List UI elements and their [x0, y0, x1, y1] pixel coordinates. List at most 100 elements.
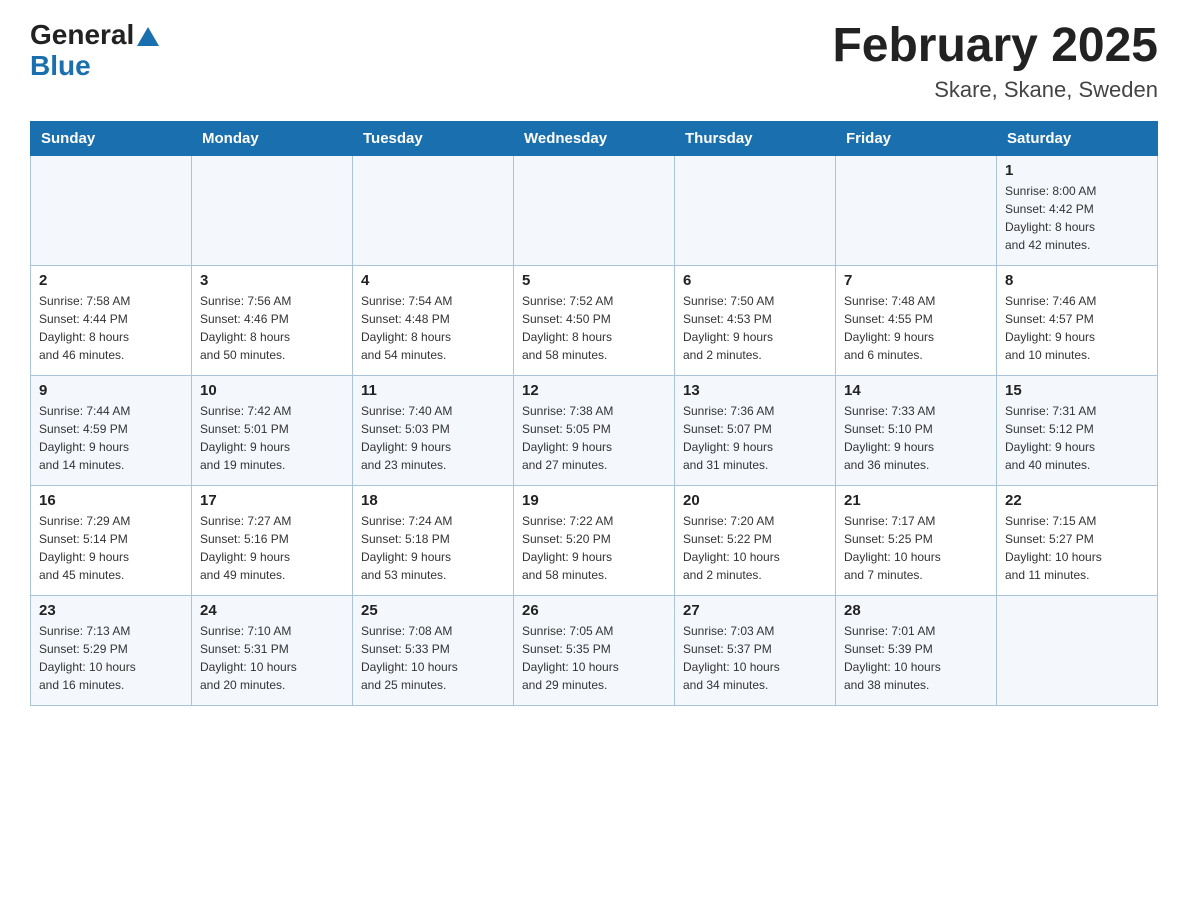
day-number: 8	[1005, 272, 1149, 289]
calendar-cell: 26 Sunrise: 7:05 AM Sunset: 5:35 PM Dayli…	[514, 595, 675, 705]
calendar-cell: 12 Sunrise: 7:38 AM Sunset: 5:05 PM Dayli…	[514, 375, 675, 485]
calendar-dow-friday: Friday	[836, 121, 997, 155]
day-number: 26	[522, 602, 666, 619]
calendar-dow-thursday: Thursday	[675, 121, 836, 155]
day-number: 28	[844, 602, 988, 619]
calendar-cell: 11 Sunrise: 7:40 AM Sunset: 5:03 PM Dayli…	[353, 375, 514, 485]
day-number: 6	[683, 272, 827, 289]
day-number: 20	[683, 492, 827, 509]
calendar-cell: 19Sunrise: 7:22 AM Sunset: 5:20 PM Dayli…	[514, 485, 675, 595]
calendar-dow-saturday: Saturday	[997, 121, 1158, 155]
logo-general-text: General	[30, 20, 134, 51]
calendar-week-row: 16 Sunrise: 7:29 AM Sunset: 5:14 PM Dayli…	[31, 485, 1158, 595]
day-number: 24	[200, 602, 344, 619]
calendar-cell	[514, 155, 675, 265]
calendar-cell: 1Sunrise: 8:00 AM Sunset: 4:42 PM Daylig…	[997, 155, 1158, 265]
logo: General Blue	[30, 20, 159, 82]
day-info: Sunrise: 7:36 AM Sunset: 5:07 PM Dayligh…	[683, 404, 774, 472]
logo-blue-text: Blue	[30, 50, 91, 81]
day-info: Sunrise: 7:33 AM Sunset: 5:10 PM Dayligh…	[844, 404, 935, 472]
calendar-cell: 28 Sunrise: 7:01 AM Sunset: 5:39 PM Dayli…	[836, 595, 997, 705]
day-number: 3	[200, 272, 344, 289]
day-number: 16	[39, 492, 183, 509]
day-number: 18	[361, 492, 505, 509]
day-number: 10	[200, 382, 344, 399]
day-info: Sunrise: 7:38 AM Sunset: 5:05 PM Dayligh…	[522, 404, 613, 472]
calendar-cell	[31, 155, 192, 265]
day-number: 23	[39, 602, 183, 619]
calendar-table: SundayMondayTuesdayWednesdayThursdayFrid…	[30, 121, 1158, 706]
day-number: 15	[1005, 382, 1149, 399]
day-number: 7	[844, 272, 988, 289]
calendar-cell: 14 Sunrise: 7:33 AM Sunset: 5:10 PM Dayli…	[836, 375, 997, 485]
day-number: 11	[361, 382, 505, 399]
day-info: Sunrise: 7:03 AM Sunset: 5:37 PM Dayligh…	[683, 624, 780, 692]
day-info: Sunrise: 7:05 AM Sunset: 5:35 PM Dayligh…	[522, 624, 619, 692]
day-info: Sunrise: 7:31 AM Sunset: 5:12 PM Dayligh…	[1005, 404, 1096, 472]
day-info: Sunrise: 7:40 AM Sunset: 5:03 PM Dayligh…	[361, 404, 452, 472]
calendar-cell: 9 Sunrise: 7:44 AM Sunset: 4:59 PM Daylig…	[31, 375, 192, 485]
calendar-cell	[353, 155, 514, 265]
logo-triangle-icon	[137, 27, 159, 46]
month-title: February 2025	[832, 20, 1158, 73]
calendar-cell: 8Sunrise: 7:46 AM Sunset: 4:57 PM Daylig…	[997, 265, 1158, 375]
day-info: Sunrise: 7:27 AM Sunset: 5:16 PM Dayligh…	[200, 514, 291, 582]
calendar-cell: 7 Sunrise: 7:48 AM Sunset: 4:55 PM Daylig…	[836, 265, 997, 375]
day-info: Sunrise: 7:20 AM Sunset: 5:22 PM Dayligh…	[683, 514, 780, 582]
day-number: 9	[39, 382, 183, 399]
calendar-cell	[675, 155, 836, 265]
calendar-cell: 6 Sunrise: 7:50 AM Sunset: 4:53 PM Daylig…	[675, 265, 836, 375]
day-info: Sunrise: 7:44 AM Sunset: 4:59 PM Dayligh…	[39, 404, 130, 472]
calendar-cell	[997, 595, 1158, 705]
calendar-cell	[192, 155, 353, 265]
day-number: 17	[200, 492, 344, 509]
calendar-dow-wednesday: Wednesday	[514, 121, 675, 155]
day-info: Sunrise: 7:15 AM Sunset: 5:27 PM Dayligh…	[1005, 514, 1102, 582]
day-info: Sunrise: 7:24 AM Sunset: 5:18 PM Dayligh…	[361, 514, 452, 582]
day-info: Sunrise: 7:56 AM Sunset: 4:46 PM Dayligh…	[200, 294, 291, 362]
day-number: 25	[361, 602, 505, 619]
calendar-cell: 5 Sunrise: 7:52 AM Sunset: 4:50 PM Daylig…	[514, 265, 675, 375]
title-block: February 2025 Skare, Skane, Sweden	[832, 20, 1158, 103]
day-info: Sunrise: 7:52 AM Sunset: 4:50 PM Dayligh…	[522, 294, 613, 362]
calendar-cell: 17 Sunrise: 7:27 AM Sunset: 5:16 PM Dayli…	[192, 485, 353, 595]
calendar-dow-sunday: Sunday	[31, 121, 192, 155]
calendar-week-row: 23 Sunrise: 7:13 AM Sunset: 5:29 PM Dayli…	[31, 595, 1158, 705]
day-info: Sunrise: 8:00 AM Sunset: 4:42 PM Dayligh…	[1005, 184, 1096, 252]
calendar-header-row: SundayMondayTuesdayWednesdayThursdayFrid…	[31, 121, 1158, 155]
calendar-cell: 22 Sunrise: 7:15 AM Sunset: 5:27 PM Dayli…	[997, 485, 1158, 595]
day-info: Sunrise: 7:48 AM Sunset: 4:55 PM Dayligh…	[844, 294, 935, 362]
day-number: 27	[683, 602, 827, 619]
day-number: 5	[522, 272, 666, 289]
day-info: Sunrise: 7:54 AM Sunset: 4:48 PM Dayligh…	[361, 294, 452, 362]
calendar-cell: 24Sunrise: 7:10 AM Sunset: 5:31 PM Dayli…	[192, 595, 353, 705]
calendar-cell: 18 Sunrise: 7:24 AM Sunset: 5:18 PM Dayli…	[353, 485, 514, 595]
day-info: Sunrise: 7:01 AM Sunset: 5:39 PM Dayligh…	[844, 624, 941, 692]
calendar-cell: 27 Sunrise: 7:03 AM Sunset: 5:37 PM Dayli…	[675, 595, 836, 705]
calendar-dow-monday: Monday	[192, 121, 353, 155]
calendar-cell: 2 Sunrise: 7:58 AM Sunset: 4:44 PM Daylig…	[31, 265, 192, 375]
day-info: Sunrise: 7:58 AM Sunset: 4:44 PM Dayligh…	[39, 294, 130, 362]
day-number: 22	[1005, 492, 1149, 509]
location: Skare, Skane, Sweden	[832, 77, 1158, 103]
calendar-week-row: 1Sunrise: 8:00 AM Sunset: 4:42 PM Daylig…	[31, 155, 1158, 265]
day-info: Sunrise: 7:29 AM Sunset: 5:14 PM Dayligh…	[39, 514, 130, 582]
calendar-cell: 21Sunrise: 7:17 AM Sunset: 5:25 PM Dayli…	[836, 485, 997, 595]
calendar-cell: 13Sunrise: 7:36 AM Sunset: 5:07 PM Dayli…	[675, 375, 836, 485]
day-number: 2	[39, 272, 183, 289]
day-info: Sunrise: 7:08 AM Sunset: 5:33 PM Dayligh…	[361, 624, 458, 692]
calendar-cell: 15 Sunrise: 7:31 AM Sunset: 5:12 PM Dayli…	[997, 375, 1158, 485]
calendar-week-row: 2 Sunrise: 7:58 AM Sunset: 4:44 PM Daylig…	[31, 265, 1158, 375]
calendar-cell: 25 Sunrise: 7:08 AM Sunset: 5:33 PM Dayli…	[353, 595, 514, 705]
page-header: General Blue February 2025 Skare, Skane,…	[30, 20, 1158, 103]
calendar-cell: 3 Sunrise: 7:56 AM Sunset: 4:46 PM Daylig…	[192, 265, 353, 375]
day-info: Sunrise: 7:50 AM Sunset: 4:53 PM Dayligh…	[683, 294, 774, 362]
calendar-cell: 10 Sunrise: 7:42 AM Sunset: 5:01 PM Dayli…	[192, 375, 353, 485]
calendar-dow-tuesday: Tuesday	[353, 121, 514, 155]
day-number: 14	[844, 382, 988, 399]
calendar-cell: 20 Sunrise: 7:20 AM Sunset: 5:22 PM Dayli…	[675, 485, 836, 595]
day-info: Sunrise: 7:13 AM Sunset: 5:29 PM Dayligh…	[39, 624, 136, 692]
day-info: Sunrise: 7:22 AM Sunset: 5:20 PM Dayligh…	[522, 514, 613, 582]
day-info: Sunrise: 7:42 AM Sunset: 5:01 PM Dayligh…	[200, 404, 291, 472]
day-number: 12	[522, 382, 666, 399]
